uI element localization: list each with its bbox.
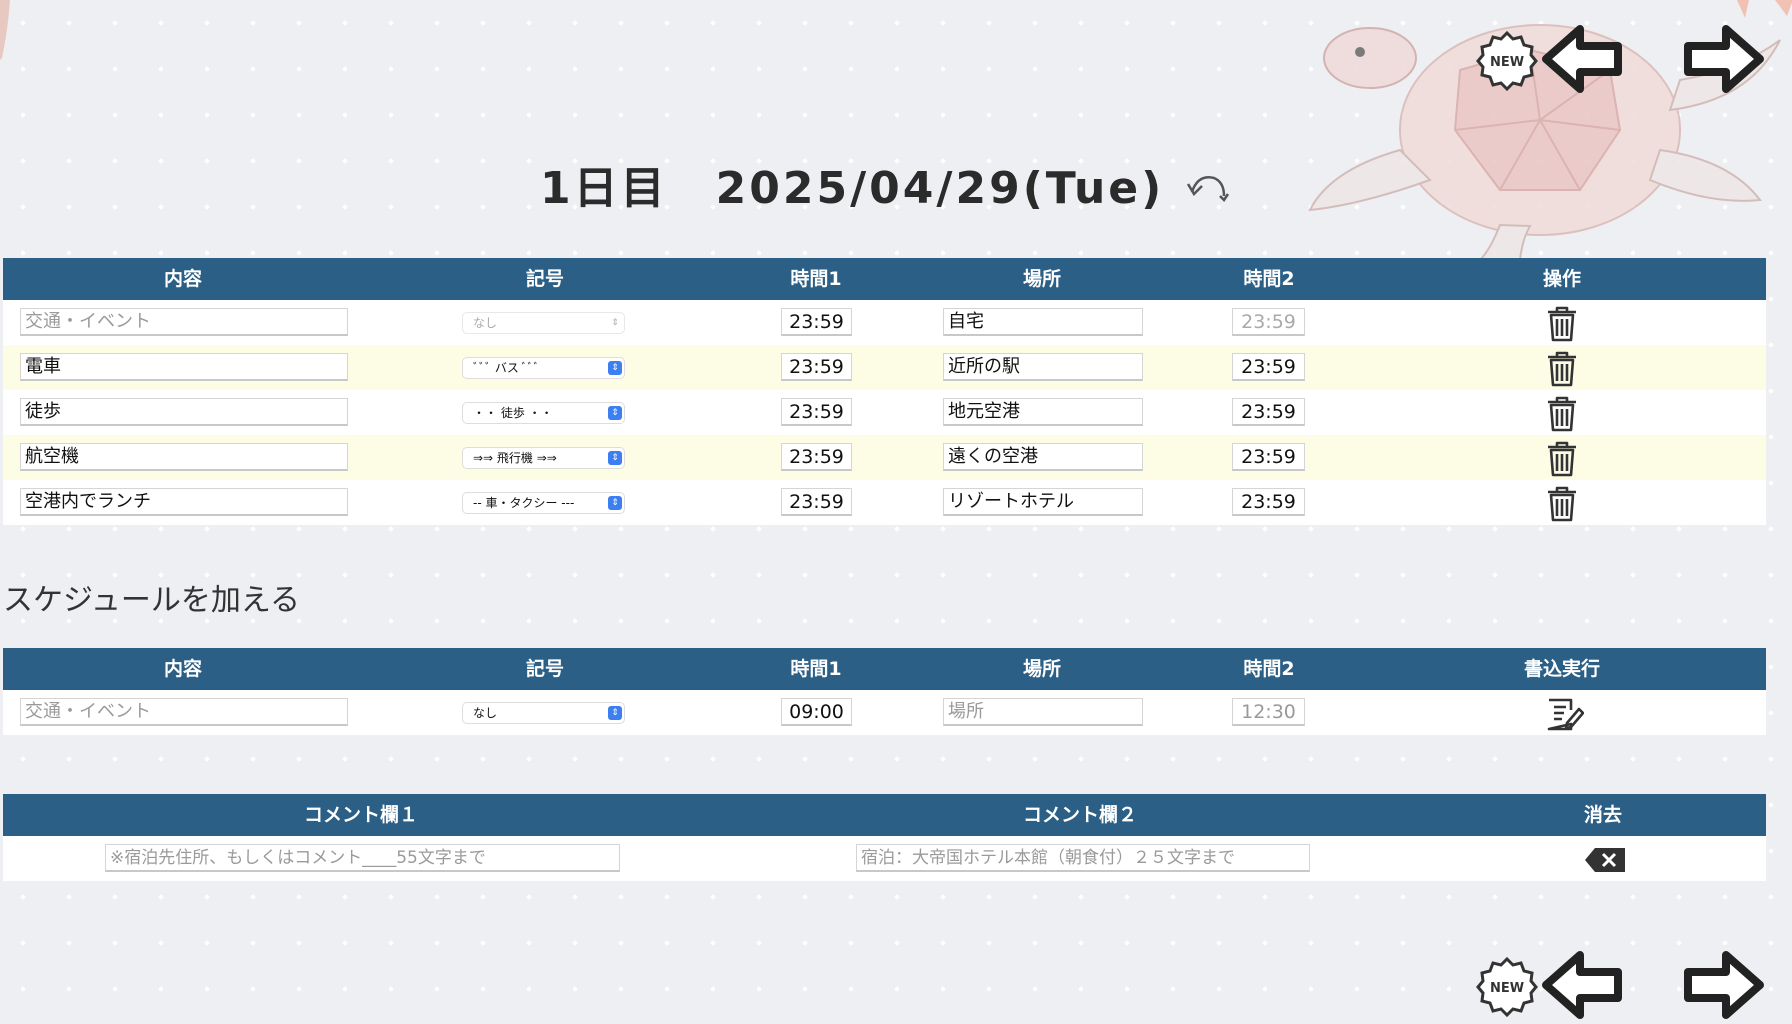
place-field[interactable]: 自宅: [943, 308, 1143, 336]
place-field[interactable]: 地元空港: [943, 398, 1143, 426]
trash-icon[interactable]: [1545, 395, 1579, 433]
column-header: 時間1: [790, 658, 842, 680]
comment1-field[interactable]: ※宿泊先住所、もしくはコメント____55文字まで: [105, 844, 620, 872]
symbol-select[interactable]: なし ⇕: [462, 312, 625, 334]
column-header: 時間2: [1243, 268, 1295, 290]
column-header: 場所: [1022, 658, 1062, 680]
table-row: 交通・イベント なし ⇕ 23:59 自宅 23:59: [3, 300, 1766, 345]
new-entry-row: 交通・イベント なし ⇕ 09:00 場所 12:30: [3, 690, 1766, 735]
select-arrow-icon: ⇕: [608, 451, 622, 465]
column-header: 記号: [525, 268, 565, 290]
time2-field[interactable]: 23:59: [1232, 353, 1305, 381]
comment2-field[interactable]: 宿泊：大帝国ホテル本館（朝食付）２５文字まで: [856, 844, 1310, 872]
page-title: 1日目 2025/04/29(Tue): [540, 152, 1164, 216]
symbol-select[interactable]: ・・ 徒歩 ・・ ⇕: [462, 402, 625, 424]
symbol-value: ﾞﾞﾞ バス ﾞﾞﾞ: [473, 361, 540, 375]
column-header: 記号: [525, 658, 565, 680]
arrow-right-icon: [1684, 25, 1764, 93]
column-header: 場所: [1022, 268, 1062, 290]
comment-table: コメント欄１ コメント欄２ 消去 ※宿泊先住所、もしくはコメント____55文字…: [3, 794, 1766, 881]
time2-field[interactable]: 23:59: [1232, 443, 1305, 471]
content-field[interactable]: 航空機: [20, 443, 348, 471]
place-field[interactable]: 遠くの空港: [943, 443, 1143, 471]
new-place-field[interactable]: 場所: [943, 698, 1143, 726]
next-day-button-top[interactable]: [1680, 24, 1766, 94]
time1-field[interactable]: 23:59: [781, 488, 852, 516]
undo-icon[interactable]: [1186, 170, 1230, 204]
arrow-left-icon: [1542, 25, 1622, 93]
table-header: 内容 記号 時間1 場所 時間2 書込実行: [3, 648, 1766, 690]
select-arrow-icon: ⇕: [611, 318, 619, 328]
content-field[interactable]: 空港内でランチ: [20, 488, 348, 516]
column-header: 書込実行: [1523, 658, 1601, 680]
table-row: 空港内でランチ -- 車・タクシー --- ⇕ 23:59 リゾートホテル 23:…: [3, 480, 1766, 525]
trash-icon[interactable]: [1545, 485, 1579, 523]
trash-icon[interactable]: [1545, 305, 1579, 343]
time2-field[interactable]: 23:59: [1232, 308, 1305, 336]
table-row: 電車 ﾞﾞﾞ バス ﾞﾞﾞ ⇕ 23:59 近所の駅 23:59: [3, 345, 1766, 390]
new-content-field[interactable]: 交通・イベント: [20, 698, 348, 726]
column-header: コメント欄２: [1022, 804, 1138, 826]
trash-icon[interactable]: [1545, 440, 1579, 478]
content-field[interactable]: 電車: [20, 353, 348, 381]
schedule-table: 内容 記号 時間1 場所 時間2 操作 交通・イベント なし ⇕ 23:59 自宅…: [3, 258, 1766, 525]
comment-row: ※宿泊先住所、もしくはコメント____55文字まで 宿泊：大帝国ホテル本館（朝食…: [3, 836, 1766, 881]
table-header: コメント欄１ コメント欄２ 消去: [3, 794, 1766, 836]
table-header: 内容 記号 時間1 場所 時間2 操作: [3, 258, 1766, 300]
time1-field[interactable]: 23:59: [781, 443, 852, 471]
new-badge-bottom[interactable]: NEW: [1476, 956, 1538, 1018]
new-badge-icon: NEW: [1476, 30, 1538, 92]
content-field[interactable]: 交通・イベント: [20, 308, 348, 336]
add-schedule-table: 内容 記号 時間1 場所 時間2 書込実行 交通・イベント なし ⇕ 09:00 …: [3, 648, 1766, 735]
corner-decoration: [0, 0, 10, 60]
time2-field[interactable]: 23:59: [1232, 398, 1305, 426]
backspace-icon[interactable]: [1583, 846, 1627, 874]
symbol-select[interactable]: ﾞﾞﾞ バス ﾞﾞﾞ ⇕: [462, 357, 625, 379]
table-row: 航空機 ⇒⇒ 飛行機 ⇒⇒ ⇕ 23:59 遠くの空港 23:59: [3, 435, 1766, 480]
time1-field[interactable]: 23:59: [781, 398, 852, 426]
select-arrow-icon: ⇕: [608, 706, 622, 720]
arrow-left-icon: [1542, 951, 1622, 1019]
time1-field[interactable]: 23:59: [781, 308, 852, 336]
symbol-select[interactable]: -- 車・タクシー --- ⇕: [462, 492, 625, 514]
select-arrow-icon: ⇕: [608, 361, 622, 375]
place-field[interactable]: リゾートホテル: [943, 488, 1143, 516]
write-execute-icon[interactable]: [1544, 696, 1584, 732]
new-badge-top[interactable]: NEW: [1476, 30, 1538, 92]
new-badge-icon: NEW: [1476, 956, 1538, 1018]
column-header: 操作: [1542, 268, 1582, 290]
symbol-value: -- 車・タクシー ---: [473, 496, 575, 510]
column-header: 消去: [1583, 804, 1623, 826]
content-field[interactable]: 徒歩: [20, 398, 348, 426]
new-time2-field[interactable]: 12:30: [1232, 698, 1305, 726]
table-row: 徒歩 ・・ 徒歩 ・・ ⇕ 23:59 地元空港 23:59: [3, 390, 1766, 435]
column-header: コメント欄１: [303, 804, 419, 826]
place-field[interactable]: 近所の駅: [943, 353, 1143, 381]
column-header: 内容: [163, 268, 203, 290]
column-header: 時間2: [1243, 658, 1295, 680]
symbol-select[interactable]: ⇒⇒ 飛行機 ⇒⇒ ⇕: [462, 447, 625, 469]
column-header: 時間1: [790, 268, 842, 290]
symbol-value: ⇒⇒ 飛行機 ⇒⇒: [473, 451, 557, 465]
symbol-value: なし: [473, 706, 498, 720]
time1-field[interactable]: 23:59: [781, 353, 852, 381]
new-symbol-select[interactable]: なし ⇕: [462, 702, 625, 724]
prev-day-button-bottom[interactable]: [1540, 950, 1626, 1020]
next-day-button-bottom[interactable]: [1680, 950, 1766, 1020]
prev-day-button-top[interactable]: [1540, 24, 1626, 94]
svg-text:NEW: NEW: [1490, 981, 1524, 996]
select-arrow-icon: ⇕: [608, 496, 622, 510]
arrow-right-icon: [1684, 951, 1764, 1019]
date-label: 2025/04/29(Tue): [715, 163, 1165, 214]
symbol-value: ・・ 徒歩 ・・: [473, 406, 553, 420]
select-arrow-icon: ⇕: [608, 406, 622, 420]
column-header: 内容: [163, 658, 203, 680]
time2-field[interactable]: 23:59: [1232, 488, 1305, 516]
day-label: 1日目: [540, 163, 668, 214]
trash-icon[interactable]: [1545, 350, 1579, 388]
add-schedule-title: スケジュールを加える: [3, 583, 300, 618]
svg-text:NEW: NEW: [1490, 55, 1524, 70]
symbol-value: なし: [473, 316, 498, 330]
new-time1-field[interactable]: 09:00: [781, 698, 852, 726]
